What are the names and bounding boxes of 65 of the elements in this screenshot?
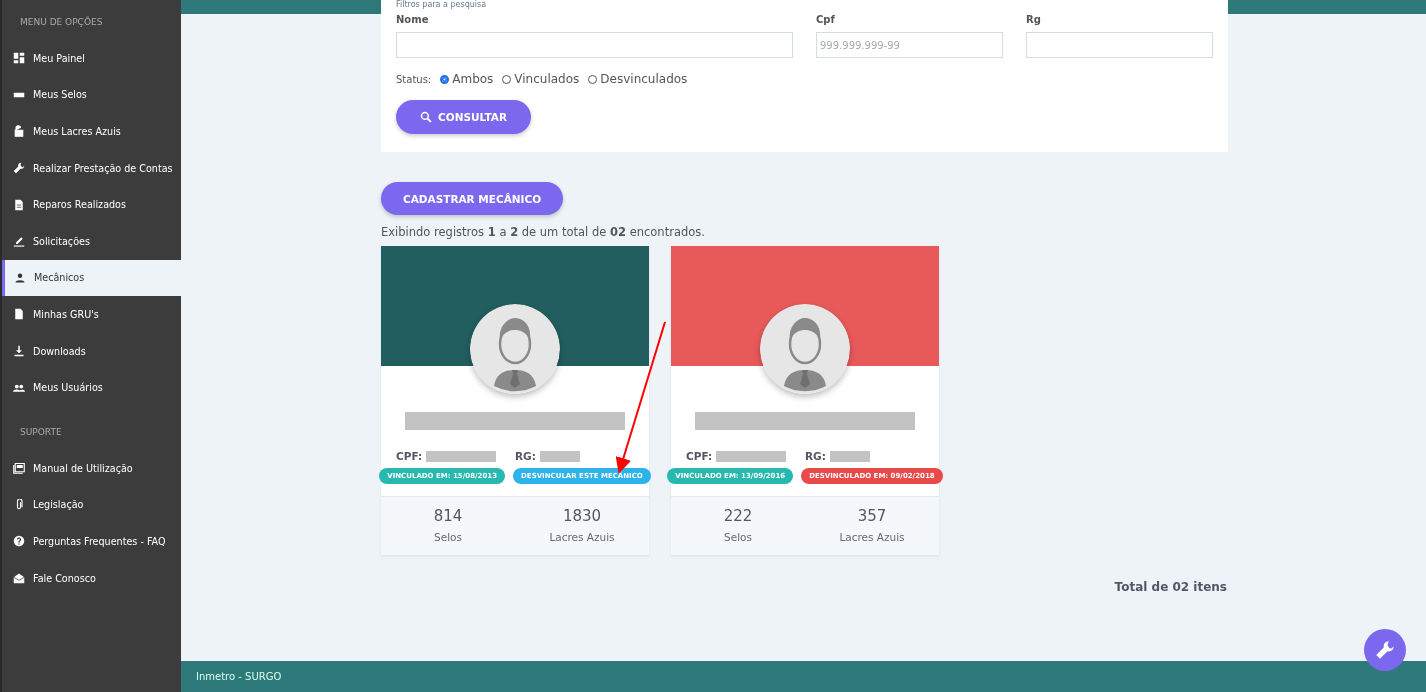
rg-label: RG: (805, 450, 826, 462)
sidebar-item[interactable]: Mecânicos (2, 259, 181, 297)
mail-icon (13, 572, 25, 584)
sidebar-item[interactable]: Perguntas Frequentes - FAQ (2, 523, 181, 560)
stat-value: 814 (433, 507, 463, 525)
lock-icon (13, 125, 25, 138)
sidebar-item[interactable]: Meu Painel (2, 40, 181, 77)
input-field[interactable]: 999.999.999-99 (816, 32, 1003, 58)
dashboard-icon (13, 52, 25, 65)
redacted-cpf (716, 450, 787, 462)
search-button[interactable]: CONSULTAR (396, 100, 532, 134)
total-count: Total de 02 itens (1114, 580, 1227, 594)
sidebar-item[interactable]: Legislação (2, 486, 181, 524)
sidebar-item[interactable]: Meus Usuários (2, 369, 181, 406)
sidebar-item[interactable]: Fale Conosco (2, 559, 181, 597)
field-label: Rg (1026, 14, 1042, 25)
cpf-label: CPF: (396, 450, 423, 462)
sidebar-section-title: SUPORTE (19, 425, 63, 439)
status-radio[interactable]: Desvinculados (588, 72, 688, 86)
redacted-cpf (426, 450, 497, 462)
sidebar-item[interactable]: Realizar Prestação de Contas (2, 149, 181, 187)
document-icon (13, 198, 25, 211)
avatar-silhouette-icon (470, 304, 560, 394)
avatar-silhouette-icon (760, 304, 850, 394)
add-mechanic-button[interactable]: CADASTRAR MECÂNICO (381, 182, 564, 215)
stat-value: 1830 (562, 507, 602, 525)
manual-icon (13, 462, 25, 475)
status-radio[interactable]: Ambos (440, 72, 494, 86)
help-icon (13, 535, 25, 548)
wrench-icon (1375, 640, 1395, 660)
field-label: Nome (396, 14, 430, 25)
sidebar-item[interactable]: Minhas GRU's (2, 296, 181, 333)
wrench-icon (13, 162, 25, 175)
rg-label: RG: (515, 450, 536, 462)
file-icon (13, 308, 25, 321)
stat-label: Selos (724, 531, 752, 543)
sidebar-item[interactable]: Meus Lacres Azuis (2, 113, 181, 150)
sidebar-item[interactable]: Downloads (2, 332, 181, 370)
redacted-rg (829, 450, 870, 462)
redacted-rg (539, 450, 580, 462)
input-field[interactable] (1026, 32, 1213, 58)
field-label: Cpf (816, 14, 836, 25)
status-label: Status: (396, 73, 432, 85)
person-icon (14, 271, 26, 284)
stat-label: Lacres Azuis (839, 531, 905, 543)
filter-title: Filtros para a pesquisa (396, 0, 487, 10)
download-icon (13, 345, 25, 358)
pencil-icon (13, 235, 25, 248)
sidebar-item[interactable]: Meus Selos (2, 76, 181, 114)
footer-text: Inmetro - SURGO (196, 671, 282, 682)
stat-value: 222 (723, 507, 753, 525)
search-icon (420, 111, 432, 123)
stat-value: 357 (857, 507, 887, 525)
sidebar-section-title: MENU DE OPÇÕES (19, 15, 104, 29)
stat-label: Lacres Azuis (549, 531, 615, 543)
status-radio[interactable]: Vinculados (502, 72, 580, 86)
stat-label: Selos (434, 531, 462, 543)
sidebar-item[interactable]: Manual de Utilização (2, 449, 181, 487)
sidebar-item[interactable]: Solicitações (2, 222, 181, 260)
tools-button[interactable] (1364, 629, 1406, 671)
input-field[interactable] (396, 32, 793, 58)
results-summary: Exibindo registros 1 a 2 de um total de 02 encontrados. (381, 225, 706, 239)
radio-circle[interactable] (440, 74, 450, 84)
sidebar-item[interactable]: Reparos Realizados (2, 186, 181, 223)
cpf-label: CPF: (686, 450, 713, 462)
